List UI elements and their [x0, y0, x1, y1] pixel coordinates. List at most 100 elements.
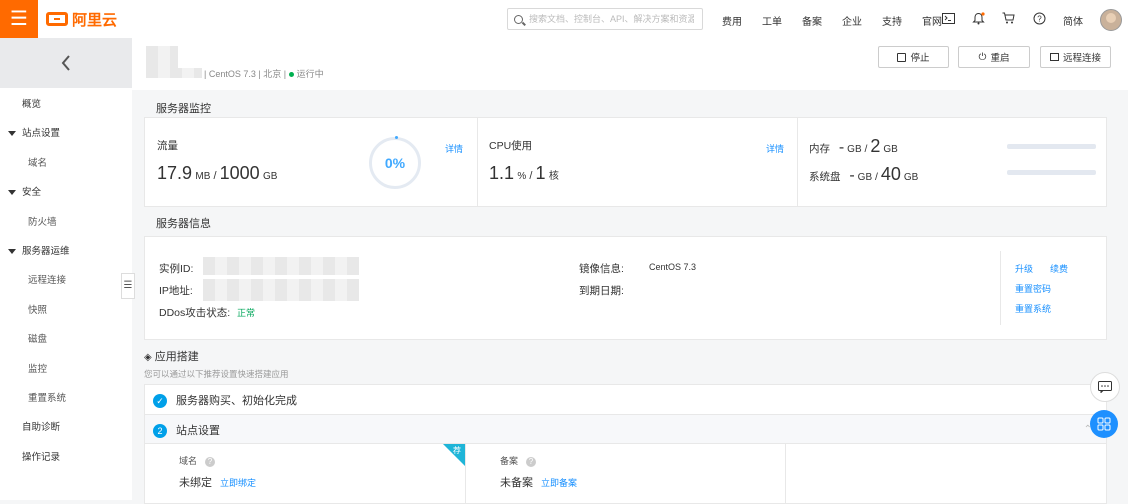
app-subtitle: 您可以通过以下推荐设置快速搭建应用: [144, 369, 289, 379]
app-title: 应用搭建: [154, 351, 199, 363]
sidebar-item-domain[interactable]: 域名: [0, 149, 132, 178]
ddos-status: 正常: [237, 308, 256, 318]
upgrade-link[interactable]: 升级: [1015, 262, 1033, 275]
sidebar-item-operation-log[interactable]: 操作记录: [0, 443, 132, 472]
divider: [465, 444, 466, 504]
memory-row: 内存 - GB / 2 GB: [809, 136, 898, 156]
sidebar: 概览 站点设置 域名 安全 防火墙 服务器运维 远程连接 快照 磁盘 监控 重置…: [0, 38, 132, 500]
icp-label-row: 备案?: [500, 454, 537, 467]
recommend-badge-text: 荐: [453, 446, 461, 455]
disk-used-unit: GB: [857, 172, 873, 183]
apply-icp-link[interactable]: 立即备案: [541, 476, 577, 489]
sidebar-item-snapshot[interactable]: 快照: [0, 296, 132, 325]
divider: [1000, 251, 1001, 325]
image-label: 镜像信息:: [579, 263, 624, 275]
monitor-card: 流量 17.9 MB / 1000 GB 0% 详情 CPU使用 1.1 % /…: [144, 117, 1107, 207]
sidebar-item-self-diagnosis[interactable]: 自助诊断: [0, 413, 132, 442]
nav-fees[interactable]: 费用: [722, 13, 742, 28]
reset-password-link[interactable]: 重置密码: [1015, 282, 1051, 295]
menu-icon[interactable]: ☰: [0, 0, 38, 38]
nav-support[interactable]: 支持: [882, 13, 902, 28]
help-icon[interactable]: ?: [205, 456, 216, 467]
aliyun-logo-icon: [46, 12, 68, 26]
divider: [797, 118, 798, 206]
cpu-used: 1.1: [489, 163, 515, 183]
back-button[interactable]: [0, 38, 132, 88]
memory-used-unit: GB: [847, 144, 862, 155]
chat-icon[interactable]: [1090, 372, 1120, 402]
stop-icon: [897, 52, 907, 62]
info-card: 实例ID: IP地址: DDos攻击状态: 正常 镜像信息: CentOS 7.…: [144, 236, 1107, 340]
sidebar-item-reset-system[interactable]: 重置系统: [0, 384, 132, 413]
cpu-detail-link[interactable]: 详情: [766, 142, 784, 155]
reset-system-link[interactable]: 重置系统: [1015, 302, 1051, 315]
ddos-label: DDos攻击状态:: [159, 307, 231, 319]
sidebar-section-security[interactable]: 安全: [0, 178, 132, 207]
memory-total: 2: [870, 136, 881, 156]
nav-tickets[interactable]: 工单: [762, 13, 782, 28]
nav-icp[interactable]: 备案: [802, 13, 822, 28]
language-switch[interactable]: 简体: [1063, 13, 1083, 28]
divider: [785, 444, 786, 504]
caret-down-icon: [8, 190, 16, 196]
expire-label: 到期日期:: [579, 285, 624, 297]
sidebar-item-firewall[interactable]: 防火墙: [0, 208, 132, 237]
sidebar-section-label: 站点设置: [22, 128, 61, 140]
memory-total-unit: GB: [883, 144, 898, 155]
sidebar-item-remote[interactable]: 远程连接: [0, 266, 132, 295]
check-icon: ✓: [153, 394, 167, 409]
search-box[interactable]: [507, 8, 703, 30]
cpu-value: 1.1 % / 1 核: [489, 163, 559, 183]
traffic-used-unit: MB: [195, 171, 211, 182]
sidebar-section-site-settings[interactable]: 站点设置: [0, 119, 132, 148]
cart-icon[interactable]: [1000, 10, 1016, 26]
apps-grid-icon[interactable]: [1090, 410, 1118, 438]
bell-icon[interactable]: [970, 10, 986, 26]
stop-button-label: 停止: [910, 53, 930, 64]
layers-icon: ◈: [144, 352, 152, 363]
step-1-row[interactable]: ✓ 服务器购买、初始化完成: [144, 384, 1107, 414]
remote-connect-button[interactable]: 远程连接: [1040, 46, 1111, 68]
help-icon[interactable]: ?: [526, 456, 537, 467]
terminal-icon[interactable]: [940, 10, 956, 26]
app-title-row: ◈ 应用搭建: [144, 348, 199, 364]
sidebar-item-disk[interactable]: 磁盘: [0, 325, 132, 354]
traffic-detail-link[interactable]: 详情: [445, 142, 463, 155]
divider: [477, 118, 478, 206]
server-meta: | CentOS 7.3 | 北京 | 运行中: [204, 69, 324, 79]
step-2-number: 2: [153, 424, 167, 439]
avatar[interactable]: [1100, 9, 1122, 31]
search-input[interactable]: [529, 14, 694, 24]
top-nav: 费用 工单 备案 企业 支持 官网: [722, 13, 962, 28]
svg-text:?: ?: [1037, 14, 1042, 23]
restart-button[interactable]: ⏻ 重启: [958, 46, 1030, 68]
image-value: CentOS 7.3: [649, 262, 697, 272]
stop-button[interactable]: 停止: [878, 46, 949, 68]
status-dot-icon: [288, 72, 294, 78]
step-2-label: 站点设置: [176, 425, 220, 437]
traffic-total: 1000: [219, 163, 260, 183]
traffic-gauge: 0%: [369, 137, 421, 189]
sidebar-section-label: 安全: [22, 187, 42, 199]
sidebar-section-label: 服务器运维: [22, 245, 70, 257]
nav-enterprise[interactable]: 企业: [842, 13, 862, 28]
renew-link[interactable]: 续费: [1050, 262, 1068, 275]
server-os: CentOS 7.3: [208, 69, 256, 79]
sidebar-section-ops[interactable]: 服务器运维: [0, 237, 132, 266]
domain-status: 未绑定: [179, 477, 212, 489]
sidebar-item-overview[interactable]: 概览: [0, 90, 132, 119]
power-icon: ⏻: [978, 51, 987, 63]
server-id-redacted: [146, 68, 202, 78]
traffic-total-unit: GB: [262, 171, 278, 182]
logo[interactable]: 阿里云: [46, 8, 117, 30]
caret-down-icon: [8, 248, 16, 254]
nav-official-site[interactable]: 官网: [922, 13, 942, 28]
bind-domain-link[interactable]: 立即绑定: [220, 476, 256, 489]
step-1: ✓ 服务器购买、初始化完成: [153, 392, 297, 409]
help-icon[interactable]: ?: [1031, 10, 1047, 26]
memory-bar: [1007, 144, 1096, 149]
sidebar-item-monitor[interactable]: 监控: [0, 355, 132, 384]
step-2-row[interactable]: 2 站点设置 ⌃: [144, 414, 1107, 444]
domain-label: 域名: [179, 456, 198, 466]
server-name-redacted: [146, 46, 178, 68]
